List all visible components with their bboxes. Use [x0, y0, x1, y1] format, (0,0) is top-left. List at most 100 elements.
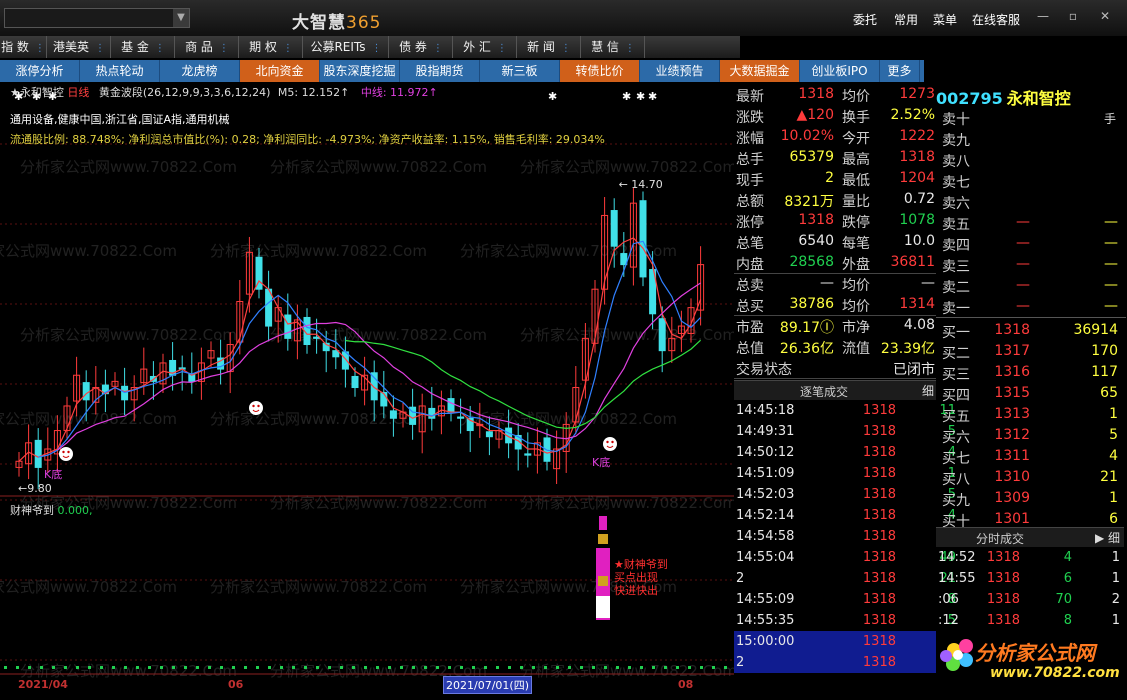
level-volume: 4 — [1109, 448, 1118, 464]
ask-row: 卖一 — — — [936, 296, 1126, 318]
tick-count: 2 — [1111, 592, 1120, 607]
candle-body — [524, 453, 532, 456]
logo-text: 分析家公式网 — [975, 641, 1095, 665]
quote-row: 涨幅 10.02% 今开 1222 — [734, 126, 936, 147]
bid-row: 买七 1311 4 — [936, 446, 1126, 467]
market-tab-6[interactable]: 债 券 ⋮ — [390, 36, 453, 58]
market-tab-8[interactable]: 新 闻 ⋮ — [518, 36, 581, 58]
feature-tab-4[interactable]: 股东深度挖掘 — [320, 60, 400, 82]
quote-value: 1318 — [798, 86, 834, 102]
feature-tab-1[interactable]: 热点轮动 — [80, 60, 160, 82]
link-support[interactable]: 在线客服 — [972, 11, 1020, 28]
trade-time: 14:55:04 — [736, 550, 795, 565]
volume-dot — [40, 666, 43, 669]
close-icon[interactable]: ✕ — [1096, 8, 1114, 24]
level-price: 1310 — [994, 469, 1030, 485]
tick-count: 1 — [1111, 613, 1120, 628]
candle-body — [639, 200, 647, 278]
candle-body — [351, 375, 359, 389]
quote-label: 涨跌 — [736, 110, 764, 126]
kline-chart[interactable]: 分析家公式网www.70822.Com 分析家公式网www.70822.Com 分析… — [0, 82, 734, 694]
dots-icon: ⋮ — [282, 43, 293, 54]
tick-detail-button[interactable]: ▶ 细 — [1095, 529, 1120, 546]
trade-price: 1318 — [862, 466, 896, 481]
level-label: 买六 — [942, 430, 970, 446]
quote-label: 最低 — [842, 173, 870, 189]
quote-row: 最新 1318 均价 1273 — [734, 84, 936, 105]
chart-period[interactable]: 日线 — [67, 86, 89, 99]
market-tab-2[interactable]: 基 金 ⋮ — [112, 36, 175, 58]
trade-row: 14:45:18 1318 11 — [734, 400, 956, 421]
feature-tab-11[interactable]: 更多 — [880, 60, 920, 82]
app-brand: 大智慧365 — [292, 8, 381, 33]
market-tab-5[interactable]: 公募REITs ⋮ — [304, 36, 389, 58]
feature-tab-3[interactable]: 北向资金 — [240, 60, 320, 82]
trade-row: 2 1318 21 — [734, 568, 956, 589]
level-label: 买五 — [942, 409, 970, 425]
market-tab-7[interactable]: 外 汇 ⋮ — [454, 36, 517, 58]
feature-tab-8[interactable]: 业绩预告 — [640, 60, 720, 82]
feature-tab-10[interactable]: 创业板IPO — [800, 60, 880, 82]
trade-row: 14:52:03 1318 5 — [734, 484, 956, 505]
trade-time: 14:45:18 — [736, 403, 795, 418]
market-tab-4[interactable]: 期 权 ⋮ — [240, 36, 303, 58]
level-label: 买四 — [942, 388, 970, 404]
chart-industry: 通用设备,健康中国,浙江省,国证A指,通用机械 — [10, 113, 230, 126]
volume-dot — [292, 666, 295, 669]
chart-metrics: 流通股比例: 88.748%; 净利润总市值比(%): 0.28; 净利润同比:… — [10, 133, 605, 146]
feature-tab-0[interactable]: 涨停分析 — [0, 60, 80, 82]
level-volume: 117 — [1091, 364, 1118, 380]
quote-label: 均价 — [842, 299, 870, 315]
feature-tab-6[interactable]: 新三板 — [480, 60, 560, 82]
level-price: 1313 — [994, 406, 1030, 422]
stock-search-dropdown[interactable]: ▼ — [4, 8, 190, 28]
feature-tab-2[interactable]: 龙虎榜 — [160, 60, 240, 82]
candle-body — [610, 210, 618, 247]
volume-dot — [328, 666, 331, 669]
market-tab-3[interactable]: 商 品 ⋮ — [176, 36, 239, 58]
market-tab-1[interactable]: 港美英 ⋮ — [48, 36, 111, 58]
level-label: 买一 — [942, 325, 970, 341]
minimize-icon[interactable]: — — [1034, 8, 1052, 24]
volume-dot — [172, 666, 175, 669]
watermark: 分析家公式网www.70822.Com — [520, 494, 734, 512]
trade-price: 1318 — [862, 424, 896, 439]
link-common[interactable]: 常用 — [894, 11, 918, 28]
watermark: 分析家公式网www.70822.Com — [0, 578, 177, 596]
feature-tab-9[interactable]: 大数据掘金 — [720, 60, 800, 82]
bid-row: 买三 1316 117 — [936, 362, 1126, 383]
volume-dot — [496, 666, 499, 669]
dots-icon: ⋮ — [218, 43, 229, 54]
quote-label: 现手 — [736, 173, 764, 189]
tick-time: 14:52 — [938, 550, 976, 565]
maximize-icon[interactable]: ▫ — [1064, 8, 1082, 24]
quote-label: 涨幅 — [736, 131, 764, 147]
feature-tab-7[interactable]: 转债比价 — [560, 60, 640, 82]
level-price: 1309 — [994, 490, 1030, 506]
trade-time: 14:52:03 — [736, 487, 795, 502]
ask-row: 卖九 — [936, 128, 1126, 149]
feature-tab-5[interactable]: 股指期货 — [400, 60, 480, 82]
tick-price: 1318 — [986, 613, 1020, 628]
candle-body — [447, 398, 455, 413]
quote-row: 总笔 6540 每笔 10.0 — [734, 231, 936, 252]
quote-label: 今开 — [842, 131, 870, 147]
level-volume: 170 — [1091, 343, 1118, 359]
volume-dot — [316, 666, 319, 669]
volume-dot — [352, 666, 355, 669]
trades-detail-button[interactable]: 细 — [922, 382, 934, 399]
chart-stock-name: ★永和智控 — [10, 86, 64, 99]
volume-dot — [664, 666, 667, 669]
candle-body — [485, 431, 493, 438]
trade-price: 1318 — [862, 634, 896, 649]
trade-row: 14:49:31 1318 5 — [734, 421, 956, 442]
level-volume: — — [1104, 256, 1118, 272]
link-menu[interactable]: 菜单 — [933, 11, 957, 28]
chevron-down-icon[interactable]: ▼ — [173, 9, 189, 27]
market-tab-0[interactable]: 指 数 ⋮ — [0, 36, 47, 58]
level-label: 买九 — [942, 493, 970, 509]
volume-dot — [520, 666, 523, 669]
level-volume: — — [1104, 214, 1118, 230]
link-trade[interactable]: 委托 — [853, 11, 877, 28]
market-tab-9[interactable]: 慧 信 ⋮ — [582, 36, 645, 58]
